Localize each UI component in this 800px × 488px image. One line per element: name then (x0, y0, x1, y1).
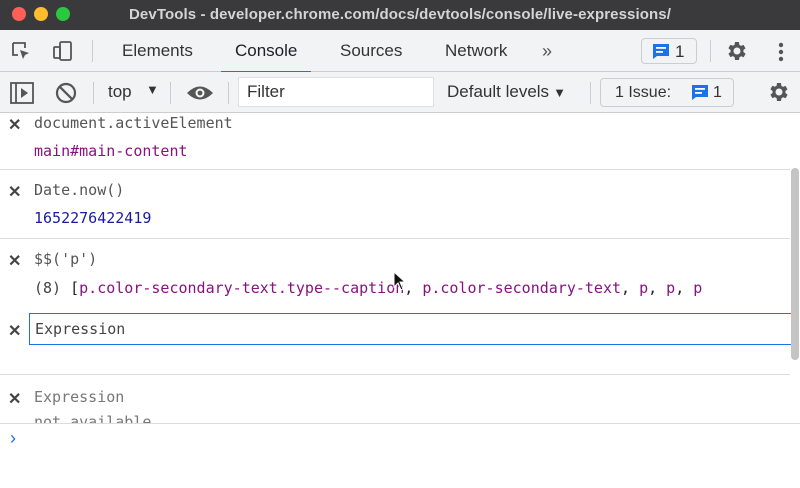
live-expressions-panel: ✕ document.activeElement main#main-conte… (0, 113, 800, 423)
more-tabs-button[interactable]: » (542, 30, 552, 72)
live-expression-value: 1652276422419 (34, 209, 152, 227)
live-expression-code[interactable]: Date.now() (34, 181, 124, 199)
tab-sources[interactable]: Sources (326, 30, 416, 72)
live-expression-editor[interactable] (29, 313, 797, 345)
filter-input[interactable] (239, 78, 433, 106)
tab-elements[interactable]: Elements (108, 30, 207, 72)
issues-button[interactable]: 1 Issue: 1 (600, 78, 734, 107)
window-title: DevTools - developer.chrome.com/docs/dev… (129, 6, 671, 23)
close-icon[interactable]: ✕ (8, 182, 21, 202)
message-icon (653, 44, 669, 59)
close-icon[interactable]: ✕ (8, 389, 21, 409)
issues-counter-value: 1 (675, 42, 685, 61)
close-icon[interactable]: ✕ (8, 251, 21, 271)
console-prompt[interactable]: › (0, 423, 800, 488)
message-icon (692, 85, 708, 100)
log-levels-dropdown[interactable]: Default levels ▼ (447, 82, 566, 102)
chevron-down-icon: ▼ (146, 82, 159, 97)
toolbar-separator (228, 82, 229, 104)
log-levels-label: Default levels (447, 82, 550, 101)
more-icon[interactable] (778, 42, 784, 62)
live-expression-value: not available (34, 413, 152, 423)
array-open-bracket: [ (70, 279, 80, 297)
eye-icon[interactable] (186, 84, 214, 102)
live-expression: ✕ document.activeElement main#main-conte… (0, 113, 790, 170)
tab-network[interactable]: Network (431, 30, 521, 72)
context-selector-value: top (108, 82, 132, 101)
array-length: (8) (34, 279, 62, 297)
array-separator: , (648, 279, 667, 297)
gear-icon[interactable] (766, 80, 790, 104)
inspect-element-icon[interactable] (10, 40, 32, 62)
array-separator: , (621, 279, 640, 297)
live-expression-value: (8) [p.color-secondary-text.type--captio… (34, 279, 702, 297)
tab-separator (92, 40, 93, 62)
toolbar-separator (93, 82, 94, 104)
context-selector[interactable]: top ▼ (108, 82, 159, 102)
array-item[interactable]: p (666, 279, 675, 297)
issues-count: 1 (713, 84, 722, 101)
mouse-pointer-icon (393, 271, 407, 291)
array-item[interactable]: p (639, 279, 648, 297)
scrollbar-thumb[interactable] (791, 168, 799, 360)
gear-icon[interactable] (724, 39, 748, 63)
chevron-down-icon: ▼ (553, 85, 566, 100)
clear-console-icon[interactable] (55, 82, 77, 104)
close-icon[interactable]: ✕ (8, 321, 21, 341)
window-titlebar: DevTools - developer.chrome.com/docs/dev… (0, 0, 800, 30)
array-item[interactable]: p.color-secondary-text (422, 279, 621, 297)
device-toolbar-icon[interactable] (52, 40, 74, 62)
live-expression-value: main#main-content (34, 142, 188, 160)
console-toolbar: top ▼ Default levels▼ 1 Issue: 1 (0, 72, 800, 113)
live-expression: ✕ Expression not available (0, 375, 790, 423)
array-item[interactable]: p (693, 279, 702, 297)
array-separator: , (675, 279, 694, 297)
sidebar-toggle-icon[interactable] (10, 82, 34, 104)
tab-separator (710, 40, 711, 62)
live-expression-code[interactable]: document.activeElement (34, 114, 233, 132)
close-icon[interactable]: ✕ (8, 115, 21, 135)
filter-field[interactable] (238, 77, 434, 107)
toolbar-separator (170, 82, 171, 104)
live-expression-input[interactable] (30, 314, 796, 344)
live-expression: ✕ Date.now() 1652276422419 (0, 170, 790, 239)
tab-console[interactable]: Console (221, 30, 312, 73)
issues-label: 1 Issue: (615, 84, 672, 101)
live-expression-code[interactable]: Expression (34, 388, 124, 406)
toolbar-separator (590, 82, 591, 104)
live-expression-code[interactable]: $$('p') (34, 250, 97, 268)
array-item[interactable]: p.color-secondary-text.type--caption (79, 279, 404, 297)
issues-counter-button[interactable]: 1 (641, 38, 697, 64)
prompt-chevron-icon: › (10, 428, 16, 448)
panel-tabbar: Elements Console Sources Network » 1 (0, 30, 800, 73)
